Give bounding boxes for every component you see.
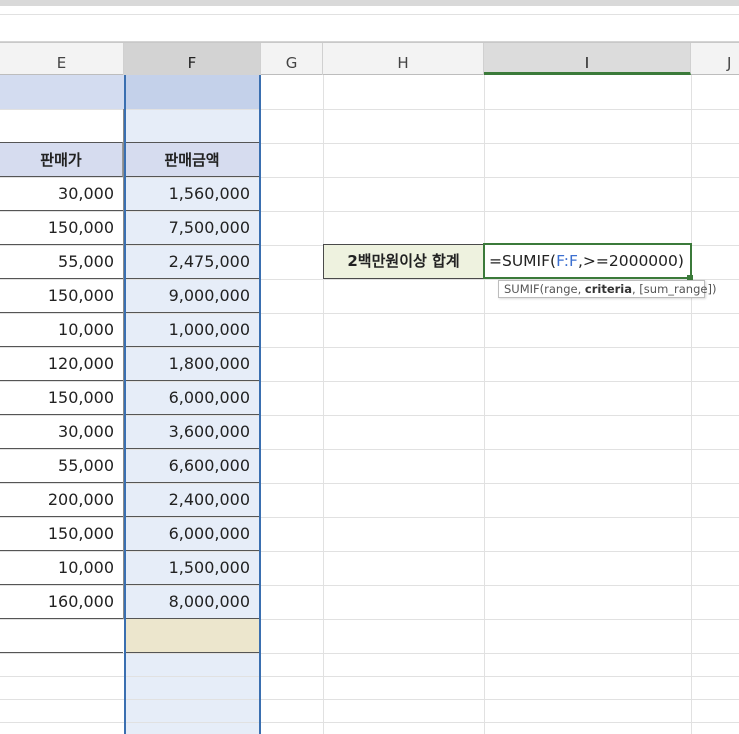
function-tooltip[interactable]: SUMIF(range, criteria, [sum_range]) [498,280,716,298]
tooltip-current-arg: criteria [584,282,632,296]
price-cell[interactable]: 10,000 [0,551,123,585]
price-cell[interactable]: 55,000 [0,449,123,483]
summary-label-cell[interactable]: 2백만원이상 합계 [323,244,484,279]
column-header-f[interactable]: F [124,43,261,75]
worksheet-grid[interactable]: 판매가 판매금액 30,000 1,560,000 150,000 7,500,… [0,75,739,734]
price-cell[interactable]: 160,000 [0,585,123,619]
formula-range-ref: F:F [556,252,578,270]
column-header-g[interactable]: G [261,43,323,75]
active-formula-cell[interactable]: =SUMIF(F:F,>=2000000) [483,243,692,279]
column-header-h[interactable]: H [323,43,484,75]
title-band-e [0,75,124,109]
column-f-selection-border [124,75,261,734]
price-cell[interactable]: 55,000 [0,245,123,279]
header-cell-price[interactable]: 판매가 [0,142,123,177]
formula-bar-area [0,6,739,42]
price-cell[interactable]: 30,000 [0,177,123,211]
price-cell[interactable]: 150,000 [0,381,123,415]
price-cell[interactable]: 150,000 [0,279,123,313]
formula-rest: ,>=2000000) [577,252,684,270]
price-total-cell[interactable] [0,619,123,653]
price-cell[interactable]: 150,000 [0,517,123,551]
tooltip-rest: , [sum_range]) [632,282,717,296]
price-cell[interactable]: 200,000 [0,483,123,517]
column-header-e[interactable]: E [0,43,124,75]
price-cell[interactable]: 30,000 [0,415,123,449]
formula-prefix: =SUMIF( [489,252,557,270]
price-cell[interactable]: 150,000 [0,211,123,245]
tooltip-func: SUMIF(range, [504,282,585,296]
price-cell[interactable]: 120,000 [0,347,123,381]
price-cell[interactable]: 10,000 [0,313,123,347]
column-header-j[interactable]: J [691,43,739,75]
column-header-i[interactable]: I [484,43,691,75]
column-headers: E F G H I J [0,42,739,75]
